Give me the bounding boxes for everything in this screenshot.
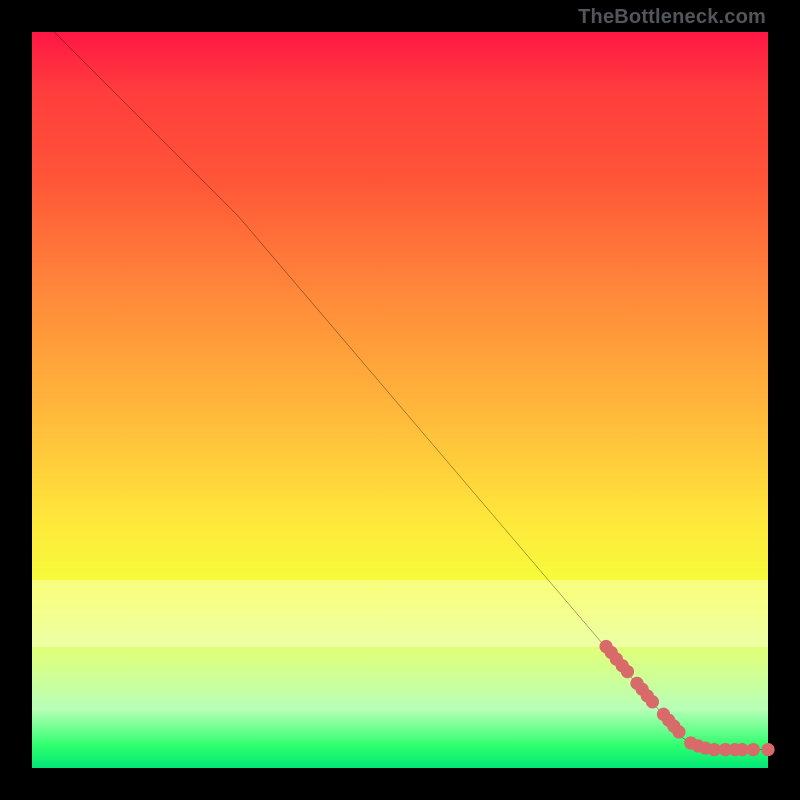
chart-line bbox=[54, 32, 768, 750]
data-point bbox=[761, 743, 774, 756]
attribution-text: TheBottleneck.com bbox=[578, 6, 766, 29]
data-point bbox=[672, 725, 685, 738]
chart-markers bbox=[599, 640, 774, 756]
chart-svg bbox=[32, 32, 768, 768]
data-point bbox=[646, 695, 659, 708]
data-point bbox=[747, 743, 760, 756]
data-point bbox=[621, 665, 634, 678]
chart-stage: TheBottleneck.com bbox=[0, 0, 800, 800]
plot-area bbox=[32, 32, 768, 768]
